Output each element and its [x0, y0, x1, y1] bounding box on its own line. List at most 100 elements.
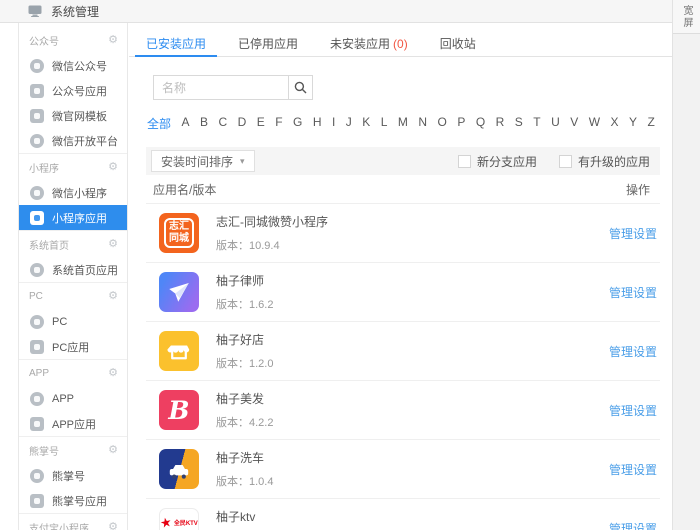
- alphabet-letter[interactable]: E: [257, 115, 265, 132]
- car-wash-app-icon: [159, 449, 199, 489]
- zhihui-tongcheng-app-icon: 志汇同城: [159, 213, 199, 253]
- sidebar-item-label: 微信开放平台: [52, 133, 118, 149]
- alphabet-letter[interactable]: T: [533, 115, 540, 132]
- alphabet-letter[interactable]: M: [398, 115, 408, 132]
- sidebar-group-header: 小程序⚙: [19, 154, 127, 180]
- alphabet-letter[interactable]: R: [496, 115, 505, 132]
- search-input[interactable]: [153, 75, 289, 100]
- right-strip: 宽屏: [672, 0, 700, 530]
- tab-uninstalled-apps[interactable]: 未安装应用(0): [317, 23, 421, 56]
- search-button[interactable]: [288, 75, 313, 100]
- sidebar-group: PC⚙PCPC应用: [19, 282, 127, 359]
- sidebar-item[interactable]: 公众号应用: [19, 78, 127, 103]
- manage-settings-link[interactable]: 管理设置: [609, 284, 657, 301]
- search-icon: [294, 81, 307, 94]
- column-action: 操作: [626, 181, 650, 198]
- alphabet-letter[interactable]: J: [346, 115, 352, 132]
- alphabet-letter[interactable]: V: [570, 115, 578, 132]
- alphabet-letter[interactable]: L: [381, 115, 388, 132]
- alphabet-all[interactable]: 全部: [147, 115, 171, 132]
- app-info: 柚子好店版本：1.2.0: [216, 331, 609, 371]
- gear-icon[interactable]: ⚙: [108, 368, 118, 379]
- sidebar-item[interactable]: APP应用: [19, 411, 127, 436]
- alphabet-letter[interactable]: Q: [476, 115, 485, 132]
- sidebar-item[interactable]: PC应用: [19, 334, 127, 359]
- app-name: 柚子好店: [216, 331, 609, 348]
- uninstalled-count-badge: (0): [393, 37, 408, 51]
- sidebar-item[interactable]: 小程序应用: [19, 205, 127, 230]
- app-info: 柚子ktv版本：1.5.7: [216, 508, 609, 530]
- sidebar-group-label: 熊掌号: [29, 443, 59, 458]
- alphabet-letter[interactable]: X: [610, 115, 618, 132]
- sidebar-item[interactable]: APP: [19, 386, 127, 411]
- alphabet-letter[interactable]: N: [418, 115, 427, 132]
- alphabet-letter[interactable]: Y: [629, 115, 637, 132]
- alphabet-letter[interactable]: H: [313, 115, 322, 132]
- gear-icon[interactable]: ⚙: [108, 522, 118, 530]
- ktv-app-icon: ★全民KTV: [159, 508, 199, 530]
- alphabet-letter[interactable]: I: [332, 115, 335, 132]
- app-version: 版本：1.2.0: [216, 355, 609, 371]
- alphabet-letter[interactable]: D: [238, 115, 247, 132]
- column-app-name-version: 应用名/版本: [153, 181, 216, 198]
- sort-dropdown[interactable]: 安装时间排序 ▾: [151, 150, 255, 172]
- sidebar-group-header: 系统首页⚙: [19, 231, 127, 257]
- search-bar: [153, 75, 672, 100]
- gear-icon[interactable]: ⚙: [108, 445, 118, 456]
- tab-label: 回收站: [440, 37, 476, 51]
- alphabet-letter[interactable]: Z: [647, 115, 654, 132]
- sidebar-group-label: 公众号: [29, 33, 59, 48]
- gear-icon[interactable]: ⚙: [108, 162, 118, 173]
- widescreen-toggle[interactable]: 宽屏: [673, 0, 700, 34]
- sidebar-item[interactable]: 微信公众号: [19, 53, 127, 78]
- sidebar-group-header: APP ⚙: [19, 360, 127, 386]
- app-name: 志汇-同城微赞小程序: [216, 213, 609, 230]
- sidebar-item[interactable]: 系统首页应用: [19, 257, 127, 282]
- tab-bar: 已安装应用 已停用应用 未安装应用(0) 回收站: [129, 23, 672, 57]
- sidebar-item[interactable]: 微信小程序: [19, 180, 127, 205]
- manage-settings-link[interactable]: 管理设置: [609, 225, 657, 242]
- miniprogram-icon: [30, 186, 44, 200]
- sidebar-item[interactable]: 微官网模板: [19, 103, 127, 128]
- checkbox-label: 有升级的应用: [578, 153, 650, 170]
- alphabet-letter[interactable]: A: [181, 115, 189, 132]
- sidebar-group-header: PC⚙: [19, 283, 127, 309]
- manage-settings-link[interactable]: 管理设置: [609, 461, 657, 478]
- app-version: 版本：1.6.2: [216, 296, 609, 312]
- tab-recycle-bin[interactable]: 回收站: [427, 23, 489, 56]
- alphabet-letter[interactable]: G: [293, 115, 302, 132]
- sidebar-item[interactable]: PC: [19, 309, 127, 334]
- gear-icon[interactable]: ⚙: [108, 35, 118, 46]
- alphabet-letter[interactable]: F: [275, 115, 282, 132]
- sidebar-group-header: 公众号 ⚙: [19, 27, 127, 53]
- alphabet-letter[interactable]: U: [551, 115, 560, 132]
- alphabet-letter[interactable]: C: [218, 115, 227, 132]
- checkbox-new-branch[interactable]: [458, 155, 471, 168]
- sidebar-item[interactable]: 微信开放平台: [19, 128, 127, 153]
- gear-icon[interactable]: ⚙: [108, 291, 118, 302]
- alphabet-letter[interactable]: B: [200, 115, 208, 132]
- tab-installed-apps[interactable]: 已安装应用: [133, 23, 219, 56]
- manage-settings-link[interactable]: 管理设置: [609, 520, 657, 530]
- table-row: 志汇同城志汇-同城微赞小程序版本：10.9.4管理设置: [146, 203, 660, 262]
- sidebar-item[interactable]: 熊掌号: [19, 463, 127, 488]
- sort-label: 安装时间排序: [161, 153, 233, 170]
- alphabet-letter[interactable]: S: [515, 115, 523, 132]
- checkbox-has-upgrade[interactable]: [559, 155, 572, 168]
- alphabet-letter[interactable]: K: [362, 115, 370, 132]
- manage-settings-link[interactable]: 管理设置: [609, 402, 657, 419]
- gear-icon[interactable]: ⚙: [108, 239, 118, 250]
- tab-disabled-apps[interactable]: 已停用应用: [225, 23, 311, 56]
- sidebar-item-label: 小程序应用: [52, 210, 107, 226]
- chevron-down-icon: ▾: [240, 156, 245, 167]
- new-branch-filter[interactable]: 新分支应用: [458, 153, 537, 170]
- manage-settings-link[interactable]: 管理设置: [609, 343, 657, 360]
- alphabet-letter[interactable]: P: [457, 115, 465, 132]
- alphabet-letter[interactable]: O: [438, 115, 447, 132]
- has-upgrade-filter[interactable]: 有升级的应用: [559, 153, 650, 170]
- sidebar-group-label: APP: [29, 368, 49, 379]
- sidebar-item[interactable]: 熊掌号应用: [19, 488, 127, 513]
- sidebar-group-header: 支付宝小程序⚙: [19, 514, 127, 530]
- alphabet-letter[interactable]: W: [589, 115, 600, 132]
- sidebar-group-header: 熊掌号 ⚙: [19, 437, 127, 463]
